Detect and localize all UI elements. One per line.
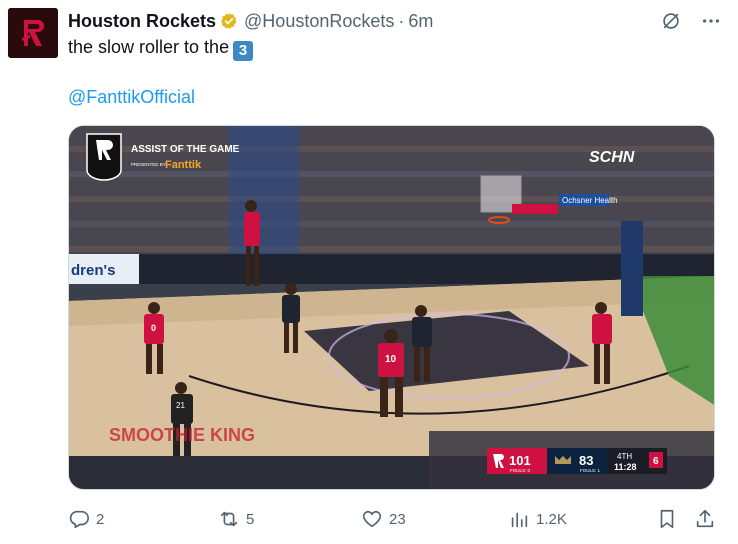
like-button[interactable]: 23 — [361, 508, 406, 530]
avatar[interactable] — [8, 8, 58, 58]
away-fouls: FOULS: 1 — [580, 468, 601, 473]
video-media[interactable]: dren's Ochsner Health SCHN 0 10 21 SMOOT… — [68, 125, 715, 490]
game-clock: 11:28 — [614, 462, 637, 472]
post-time[interactable]: 6m — [408, 11, 433, 32]
tweet-actions: 2 5 23 1.2K — [68, 508, 720, 532]
jersey-number-21: 21 — [176, 401, 185, 410]
views-button[interactable]: 1.2K — [508, 508, 567, 530]
rockets-logo-icon — [8, 8, 58, 58]
jersey-number-10: 10 — [385, 354, 397, 365]
more-icon[interactable] — [700, 10, 722, 32]
heart-icon — [362, 510, 382, 528]
court-logo-text: SMOOTHIE KING — [109, 425, 255, 445]
away-score: 83 — [579, 453, 593, 468]
quarter: 4TH — [617, 452, 632, 461]
basketball-video-frame: dren's Ochsner Health SCHN 0 10 21 SMOOT… — [69, 126, 714, 489]
repost-icon — [220, 511, 238, 527]
bookmark-icon — [660, 509, 674, 529]
bookmark-button[interactable] — [656, 508, 678, 530]
overlay-sponsor: Fanttik — [165, 159, 202, 171]
author-handle[interactable]: @HoustonRockets — [244, 11, 394, 32]
tweet-text: the slow roller to the 3 — [68, 36, 254, 61]
tweet-header: Houston Rockets @HoustonRockets · 6m — [68, 10, 722, 32]
tweet-text-line: the slow roller to the — [68, 37, 230, 57]
keycap-3-emoji: 3 — [233, 41, 254, 61]
views-icon — [511, 512, 528, 528]
author-name[interactable]: Houston Rockets — [68, 11, 216, 32]
mention-link[interactable]: @FanttikOfficial — [68, 87, 195, 108]
separator-dot: · — [398, 10, 405, 31]
overlay-presented: PRESENTED BY — [131, 162, 166, 167]
reply-button[interactable]: 2 — [68, 508, 104, 530]
scoreboard: 101 FOULS: 0 83 FOULS: 1 4TH 11:28 6 — [487, 448, 667, 474]
home-score: 101 — [509, 453, 531, 468]
shot-clock: 6 — [653, 456, 659, 467]
repost-count: 5 — [246, 510, 255, 528]
share-button[interactable] — [694, 508, 716, 530]
reply-count: 2 — [96, 510, 105, 528]
overlay-title: ASSIST OF THE GAME — [131, 144, 240, 155]
jersey-number-0: 0 — [151, 323, 156, 333]
share-icon — [696, 509, 714, 528]
ad-board-text: Ochsner Health — [562, 196, 618, 205]
gold-verified-badge-icon[interactable] — [220, 12, 238, 30]
home-fouls: FOULS: 0 — [510, 468, 531, 473]
reply-icon — [69, 510, 89, 529]
court-ad-text: dren's — [71, 262, 115, 279]
network-logo: SCHN — [589, 149, 635, 166]
like-count: 23 — [389, 510, 406, 528]
grok-icon[interactable] — [660, 10, 682, 32]
view-count: 1.2K — [536, 510, 567, 528]
repost-button[interactable]: 5 — [218, 508, 254, 530]
